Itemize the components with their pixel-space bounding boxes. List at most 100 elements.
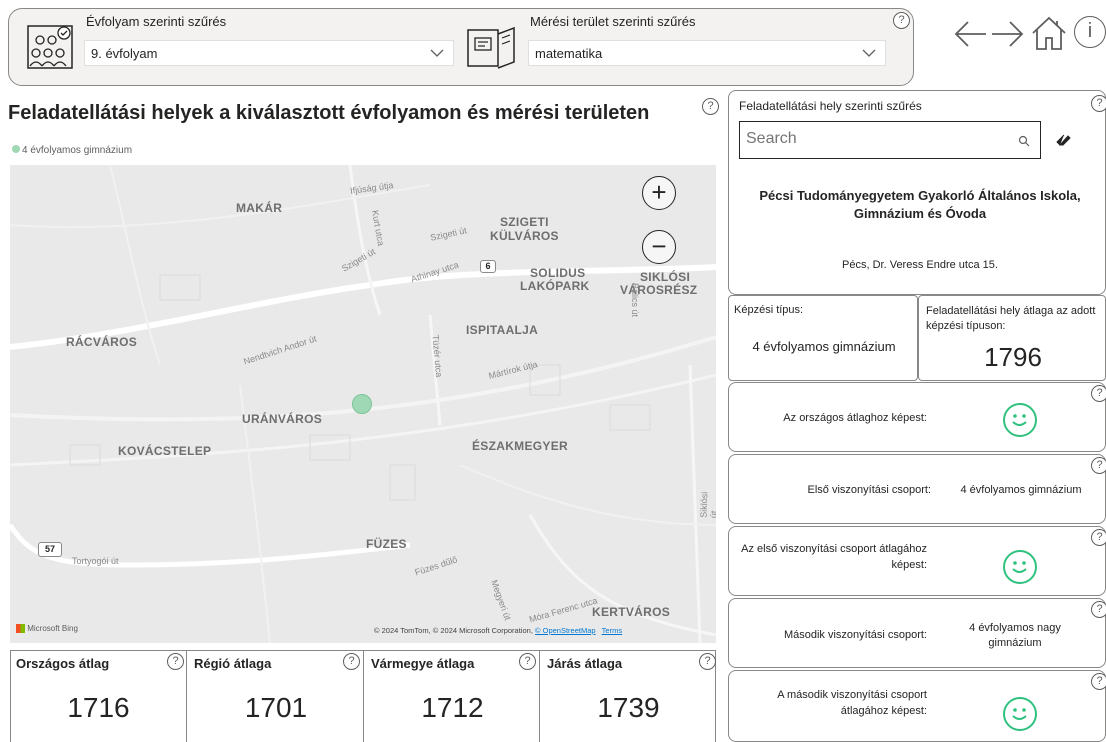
group2-value: 4 évfolyamos nagy gimnázium xyxy=(969,622,1061,649)
chevron-down-icon xyxy=(429,45,445,64)
smiley-icon xyxy=(1003,403,1037,437)
map-title: Feladatellátási helyek a kiválasztott év… xyxy=(8,102,650,124)
home-button[interactable] xyxy=(1030,14,1068,52)
school-address: Pécs, Dr. Veress Endre utca 15. xyxy=(842,259,998,271)
legend-dot-icon xyxy=(12,145,20,153)
kpi-help-icon[interactable]: ? xyxy=(519,653,536,670)
district-label: URÁNVÁROS xyxy=(242,412,323,426)
route-badge: 6 xyxy=(480,260,496,273)
search-box[interactable] xyxy=(739,121,1041,159)
bing-logo: Microsoft Bing xyxy=(16,624,78,634)
area-filter-value: matematika xyxy=(535,46,603,61)
site-average-label: Feladatellátási hely átlaga az adott kép… xyxy=(926,305,1096,332)
kpi-value: 1701 xyxy=(244,692,308,723)
district-label: MAKÁR xyxy=(236,201,283,215)
map[interactable]: MAKÁR SZIGETI KÜLVÁROS SOLIDUS LAKÓPARK … xyxy=(10,165,716,643)
street-label: Bálics út xyxy=(630,282,641,318)
group2-card: ? Második viszonyítási csoport: 4 évfoly… xyxy=(728,598,1106,668)
terms-link[interactable]: Terms xyxy=(602,626,622,635)
district-label: KOVÁCSTELEP xyxy=(118,444,212,458)
kpi-label: Vármegye átlaga xyxy=(371,656,475,671)
kpi-card-district: Járás átlaga ? 1739 xyxy=(541,650,716,742)
kpi-value: 1739 xyxy=(597,692,660,723)
kpi-help-icon[interactable]: ? xyxy=(699,653,716,670)
smiley-icon xyxy=(1003,697,1037,731)
district-label: KÜLVÁROS xyxy=(490,229,559,243)
group1-compare-help-icon[interactable]: ? xyxy=(1091,529,1106,546)
training-type-label: Képzési típus: xyxy=(734,304,804,316)
district-label: RÁCVÁROS xyxy=(66,335,138,349)
grade-filter-label: Évfolyam szerinti szűrés xyxy=(86,14,227,29)
group1-compare-card: ? Az első viszonyítási csoport átlagához… xyxy=(728,526,1106,596)
group1-card: ? Első viszonyítási csoport: 4 évfolyamo… xyxy=(728,454,1106,524)
national-compare-card: ? Az országos átlaghoz képest: xyxy=(728,382,1106,452)
students-icon xyxy=(26,24,74,70)
grade-filter-value: 9. évfolyam xyxy=(91,46,158,61)
site-filter-title: Feladatellátási hely szerinti szűrés xyxy=(739,99,922,113)
back-arrow-button[interactable] xyxy=(952,18,988,50)
osm-link[interactable]: © OpenStreetMap xyxy=(535,626,596,635)
site-filter-help-icon[interactable]: ? xyxy=(1091,95,1106,112)
district-label: ÉSZAKMEGYER xyxy=(472,439,568,453)
eraser-icon[interactable] xyxy=(1055,133,1071,152)
site-average-value: 1796 xyxy=(984,342,1042,372)
group1-help-icon[interactable]: ? xyxy=(1091,457,1106,474)
district-label: ISPITAALJA xyxy=(466,323,539,337)
plus-icon: + xyxy=(651,177,667,207)
area-filter-select[interactable]: matematika xyxy=(528,40,886,66)
group2-compare-help-icon[interactable]: ? xyxy=(1091,673,1106,690)
kpi-card-county: Vármegye átlaga ? 1712 xyxy=(365,650,540,742)
smiley-icon xyxy=(1003,550,1037,584)
national-compare-label: Az országos átlaghoz képest: xyxy=(783,412,927,424)
microsoft-logo-icon xyxy=(16,624,25,634)
legend-label: 4 évfolyamos gimnázium xyxy=(22,145,133,156)
search-input[interactable] xyxy=(746,130,1006,148)
map-attribution: © 2024 TomTom, © 2024 Microsoft Corporat… xyxy=(374,626,622,635)
kpi-label: Régió átlaga xyxy=(194,656,272,671)
search-icon xyxy=(1018,134,1030,152)
district-label: SIKLÓSI xyxy=(640,270,691,284)
compare-help-icon[interactable]: ? xyxy=(1091,385,1106,402)
kpi-label: Járás átlaga xyxy=(547,656,623,671)
group1-compare-label: Az első viszonyítási csoport átlagához k… xyxy=(741,543,927,571)
info-button[interactable]: i xyxy=(1074,16,1106,48)
district-label: SZIGETI xyxy=(500,215,549,229)
district-label: FÜZES xyxy=(366,537,407,551)
group2-label: Második viszonyítási csoport: xyxy=(783,629,927,641)
group2-compare-label: A második viszonyítási csoport átlagához… xyxy=(777,689,927,717)
training-type-card: Képzési típus: 4 évfolyamos gimnázium xyxy=(728,295,918,381)
kpi-value: 1716 xyxy=(67,692,130,723)
grade-filter-select[interactable]: 9. évfolyam xyxy=(84,40,454,66)
route-badge: 57 xyxy=(38,542,62,557)
book-icon xyxy=(466,24,518,70)
bing-label: Microsoft Bing xyxy=(27,624,78,633)
group2-compare-card: ? A második viszonyítási csoport átlagáh… xyxy=(728,670,1106,742)
zoom-in-button[interactable]: + xyxy=(642,176,676,210)
kpi-value: 1712 xyxy=(421,692,484,723)
group2-help-icon[interactable]: ? xyxy=(1091,601,1106,618)
street-label: Tortyogói út xyxy=(72,556,119,566)
kpi-card-region: Régió átlaga ? 1701 xyxy=(188,650,364,742)
site-filter-card: Feladatellátási hely szerinti szűrés ? P… xyxy=(728,90,1106,295)
kpi-label: Országos átlag xyxy=(16,656,110,671)
school-marker[interactable] xyxy=(352,394,372,414)
training-type-value: 4 évfolyamos gimnázium xyxy=(752,339,896,354)
info-icon: i xyxy=(1087,20,1093,42)
kpi-card-national: Országos átlag ? 1716 xyxy=(10,650,187,742)
district-label: LAKÓPARK xyxy=(520,279,590,293)
school-name: Pécsi Tudományegyetem Gyakorló Általános… xyxy=(759,188,1081,221)
kpi-help-icon[interactable]: ? xyxy=(343,653,360,670)
minus-icon: − xyxy=(651,231,667,261)
attribution-text: © 2024 TomTom, © 2024 Microsoft Corporat… xyxy=(374,626,533,635)
map-help-icon[interactable]: ? xyxy=(702,98,719,115)
filter-help-icon[interactable]: ? xyxy=(893,12,910,29)
map-legend: 4 évfolyamos gimnázium xyxy=(12,145,132,156)
zoom-out-button[interactable]: − xyxy=(642,230,676,264)
chevron-down-icon xyxy=(861,45,877,64)
district-label: SOLIDUS xyxy=(530,266,586,280)
forward-arrow-button[interactable] xyxy=(990,18,1026,50)
kpi-help-icon[interactable]: ? xyxy=(167,653,184,670)
group1-label: Első viszonyítási csoport: xyxy=(807,484,932,496)
area-filter-label: Mérési terület szerinti szűrés xyxy=(530,14,696,29)
street-label: Siklósi út xyxy=(698,491,716,519)
